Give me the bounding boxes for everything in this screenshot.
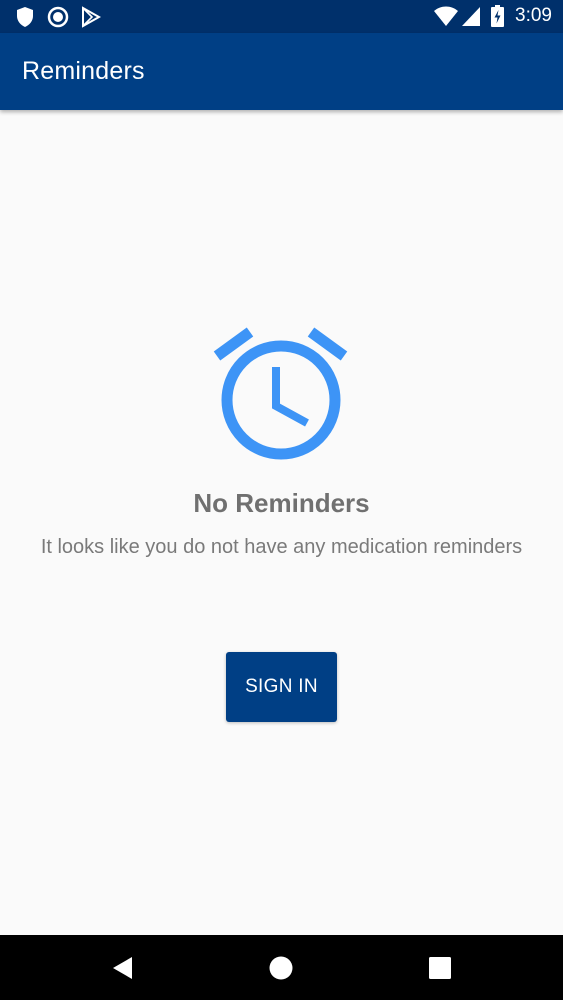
empty-state-message: It looks like you do not have any medica… bbox=[40, 536, 523, 558]
cell-signal-icon bbox=[461, 5, 481, 32]
status-time: 3:09 bbox=[515, 5, 552, 26]
recents-icon[interactable] bbox=[427, 955, 453, 981]
wifi-icon bbox=[433, 5, 459, 32]
status-bar: 3:09 bbox=[0, 0, 563, 33]
back-icon[interactable] bbox=[110, 955, 136, 981]
page-title: Reminders bbox=[22, 57, 145, 85]
reminders-screen: 3:09 Reminders No Reminders It looks lik… bbox=[0, 0, 563, 1000]
sign-in-button[interactable]: SIGN IN bbox=[226, 652, 337, 722]
navigation-bar bbox=[0, 935, 563, 1000]
alarm-clock-icon bbox=[212, 322, 352, 472]
app-bar: Reminders bbox=[0, 33, 563, 110]
play-store-icon bbox=[81, 6, 102, 33]
shield-icon bbox=[15, 6, 35, 33]
circle-record-icon bbox=[47, 6, 69, 33]
battery-charging-icon bbox=[491, 5, 504, 32]
empty-state-title: No Reminders bbox=[193, 488, 370, 518]
home-icon[interactable] bbox=[268, 955, 294, 981]
